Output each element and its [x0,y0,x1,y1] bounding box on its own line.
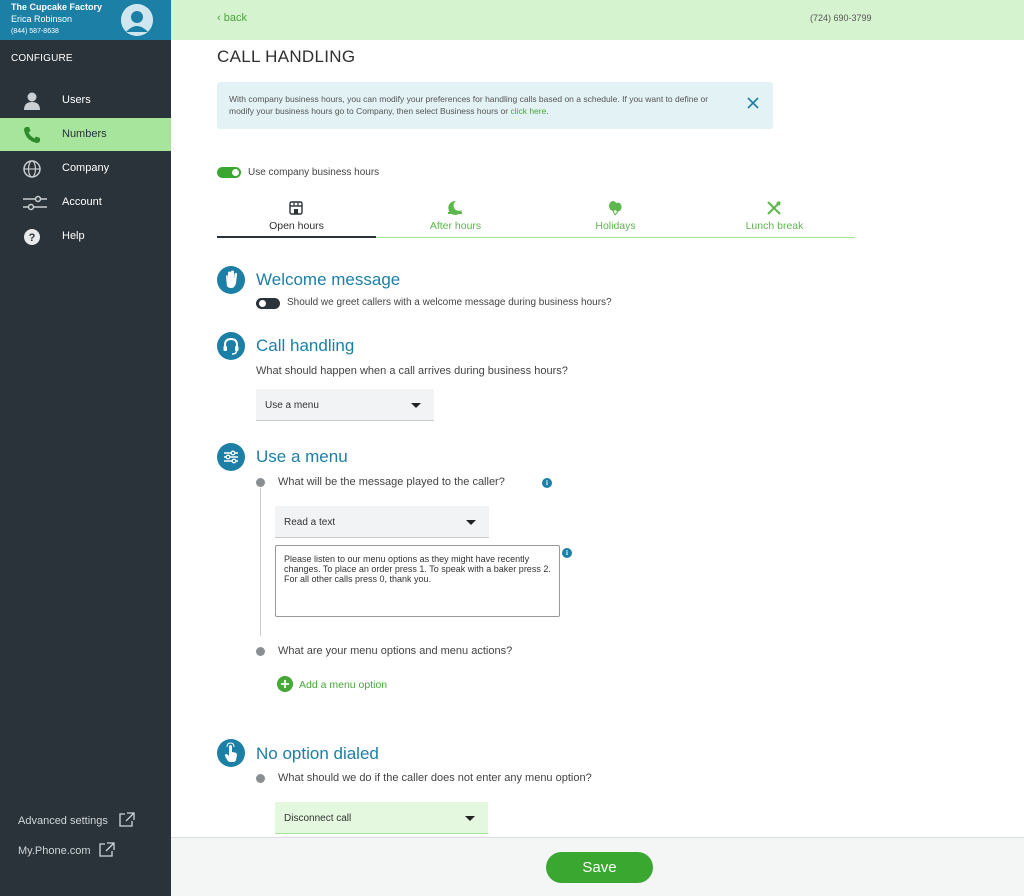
my-phone-link[interactable]: My.Phone.com [18,842,115,857]
info-text: With company business hours, you can mod… [229,94,709,116]
step-connector [260,488,261,636]
account-phone: (844) 587-8638 [11,28,59,35]
step-dot [256,774,265,783]
sidebar-item-account[interactable]: Account [0,186,171,219]
toggle-knob [259,300,266,307]
tab-label: Lunch break [745,220,804,232]
sidebar-item-help[interactable]: ? Help [0,220,171,253]
tab-label: Open hours [269,220,324,232]
account-header[interactable]: The Cupcake Factory Erica Robinson (844)… [0,0,171,40]
sidebar-item-users[interactable]: Users [0,84,171,117]
advanced-settings-label: Advanced settings [18,815,108,827]
menu-sliders-icon [217,443,245,471]
user-avatar-icon [121,4,153,36]
tab-open-hours[interactable]: Open hours [217,198,376,238]
back-label: back [223,12,247,24]
call-handling-title: Call handling [256,336,355,355]
close-icon[interactable] [747,97,759,109]
no-option-question: What should we do if the caller does not… [278,772,592,784]
message-question: What will be the message played to the c… [278,476,505,488]
user-icon [24,92,40,110]
sliders-icon [23,195,47,211]
welcome-message-toggle[interactable] [256,298,280,309]
step-dot [256,478,265,487]
info-banner: With company business hours, you can mod… [217,82,773,129]
tab-lunch-break[interactable]: Lunch break [695,198,854,238]
headset-icon [217,332,245,360]
balloons-icon [609,201,622,216]
message-type-value: Read a text [284,517,336,528]
chevron-left-icon: ‹ [217,12,224,24]
info-icon[interactable]: i [562,548,572,558]
storefront-icon [289,201,303,215]
sidebar-item-label: Company [62,162,110,174]
caret-down-icon [411,403,421,408]
section-label-configure: CONFIGURE [11,53,73,64]
user-name: Erica Robinson [11,14,73,24]
sidebar-item-label: Help [62,230,85,242]
use-menu-title: Use a menu [256,447,348,466]
add-menu-option-label: Add a menu option [299,679,388,691]
call-handling-question: What should happen when a call arrives d… [256,365,568,377]
avatar[interactable] [121,4,153,36]
tab-label: Holidays [595,220,636,232]
step-dot [256,647,265,656]
main-content: CALL HANDLING With company business hour… [171,40,1024,837]
welcome-title: Welcome message [256,270,401,289]
schedule-tabs: Open hours After hours Holidays Lunch br… [217,198,855,238]
footer: Save [171,837,1024,896]
advanced-settings-link[interactable]: Advanced settings [18,812,135,827]
sidebar-item-label: Users [62,94,91,106]
sidebar-item-label: Numbers [62,128,107,140]
business-hours-label: Use company business hours [248,167,380,178]
save-button[interactable]: Save [546,852,653,883]
sidebar-item-company[interactable]: Company [0,152,171,185]
caret-down-icon [465,816,475,821]
no-option-select[interactable]: Disconnect call [275,802,488,834]
phone-icon [24,127,40,143]
utensils-icon [767,201,781,215]
toggle-knob [232,169,239,176]
help-icon: ? [24,229,40,245]
message-textarea[interactable]: Please listen to our menu options as the… [275,545,560,617]
plus-circle-icon [277,676,293,692]
globe-icon [23,160,41,178]
tab-label: After hours [429,220,482,232]
page-title: CALL HANDLING [217,47,356,66]
no-option-title: No option dialed [256,744,379,763]
menu-options-question: What are your menu options and menu acti… [278,645,513,657]
back-link[interactable]: ‹ back [217,12,247,24]
my-phone-label: My.Phone.com [18,845,91,857]
business-hours-toggle[interactable] [217,167,241,178]
call-handling-value: Use a menu [265,400,319,411]
message-type-select[interactable]: Read a text [275,506,489,538]
tab-holidays[interactable]: Holidays [536,198,695,238]
welcome-question: Should we greet callers with a welcome m… [287,297,612,308]
sidebar: The Cupcake Factory Erica Robinson (844)… [0,0,171,896]
sidebar-item-numbers[interactable]: Numbers [0,118,171,151]
info-end: . [546,106,549,116]
external-link-icon [119,812,135,827]
click-here-link[interactable]: click here [510,106,546,116]
call-handling-select[interactable]: Use a menu [256,389,434,421]
svg-text:?: ? [29,232,36,244]
company-name: The Cupcake Factory [11,2,103,12]
no-option-value: Disconnect call [284,813,352,824]
topbar: ‹ back (724) 690-3799 [171,0,1024,40]
tab-after-hours[interactable]: After hours [376,198,535,238]
hand-wave-icon [217,266,245,294]
tap-finger-icon [217,739,245,767]
selected-number: (724) 690-3799 [810,13,872,23]
external-link-icon [99,842,115,857]
moon-icon [448,200,462,215]
sidebar-item-label: Account [62,196,102,208]
info-icon[interactable]: i [542,478,552,488]
caret-down-icon [466,520,476,525]
